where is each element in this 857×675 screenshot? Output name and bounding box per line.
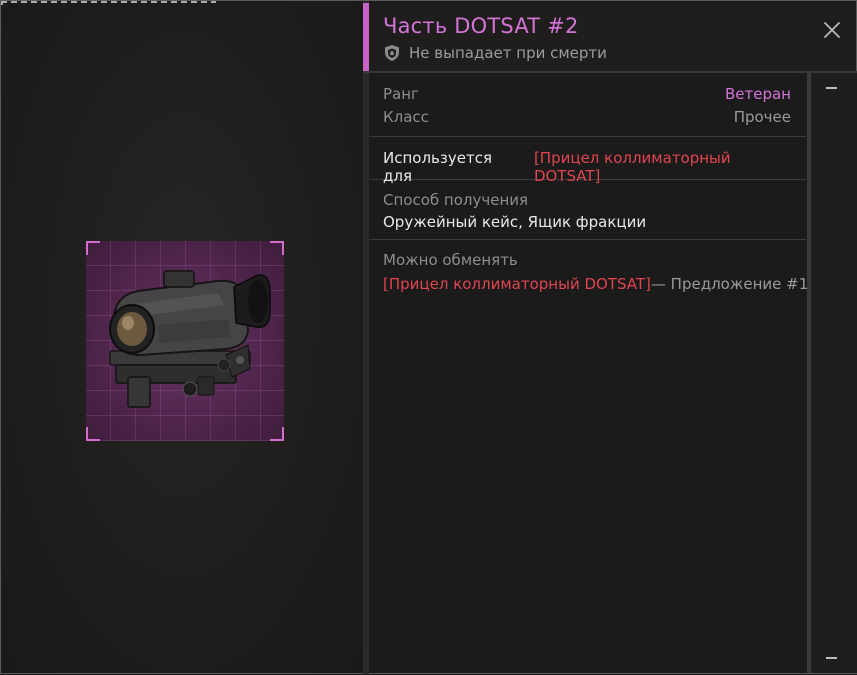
death-drop-status: Не выпадает при смерти (383, 44, 607, 62)
rank-label: Ранг (383, 85, 419, 103)
obtain-label-row: Способ получения (383, 191, 791, 209)
frame-corner (86, 427, 100, 441)
close-icon[interactable] (822, 20, 842, 40)
obtain-label: Способ получения (383, 191, 529, 209)
shield-icon (385, 45, 399, 61)
death-drop-label: Не выпадает при смерти (409, 44, 607, 62)
exchange-value-row: [Прицел коллиматорный DOTSAT] — Предложе… (383, 275, 808, 293)
frame-corner (270, 427, 284, 441)
scrollbar[interactable] (811, 73, 857, 673)
exchange-item-link[interactable]: [Прицел коллиматорный DOTSAT] (383, 275, 651, 293)
rank-value: Ветеран (724, 85, 791, 103)
exchange-offer: — Предложение #1 (650, 275, 809, 293)
usage-section: Используется для [Прицел коллиматорный D… (369, 137, 806, 185)
exchange-section: Можно обменять [Прицел коллиматорный DOT… (369, 240, 808, 300)
frame-corner (86, 241, 100, 255)
scroll-down-marker[interactable] (826, 657, 837, 659)
class-row: Класс Прочее (383, 108, 791, 126)
rarity-accent-bar (363, 3, 369, 73)
rank-class-section: Ранг Ветеран Класс Прочее (369, 73, 806, 137)
exchange-label-row: Можно обменять (383, 251, 791, 269)
item-title: Часть DOTSAT #2 (383, 14, 579, 38)
class-value: Прочее (733, 108, 791, 126)
scope-part-image (109, 270, 271, 408)
item-image-frame (86, 241, 284, 441)
item-window: Часть DOTSAT #2 Не выпадает при смерти Р… (0, 0, 857, 675)
item-details: Ранг Ветеран Класс Прочее Используется д… (369, 73, 808, 673)
scroll-up-marker[interactable] (826, 87, 837, 89)
class-label: Класс (383, 108, 429, 126)
exchange-label: Можно обменять (383, 251, 518, 269)
obtain-value: Оружейный кейс, Ящик фракции (383, 213, 647, 231)
item-header: Часть DOTSAT #2 Не выпадает при смерти (363, 3, 856, 73)
item-preview-pane (3, 3, 363, 673)
rank-row: Ранг Ветеран (383, 85, 791, 103)
obtain-value-row: Оружейный кейс, Ящик фракции (383, 213, 791, 231)
frame-corner (270, 241, 284, 255)
obtain-section: Способ получения Оружейный кейс, Ящик фр… (369, 180, 806, 240)
